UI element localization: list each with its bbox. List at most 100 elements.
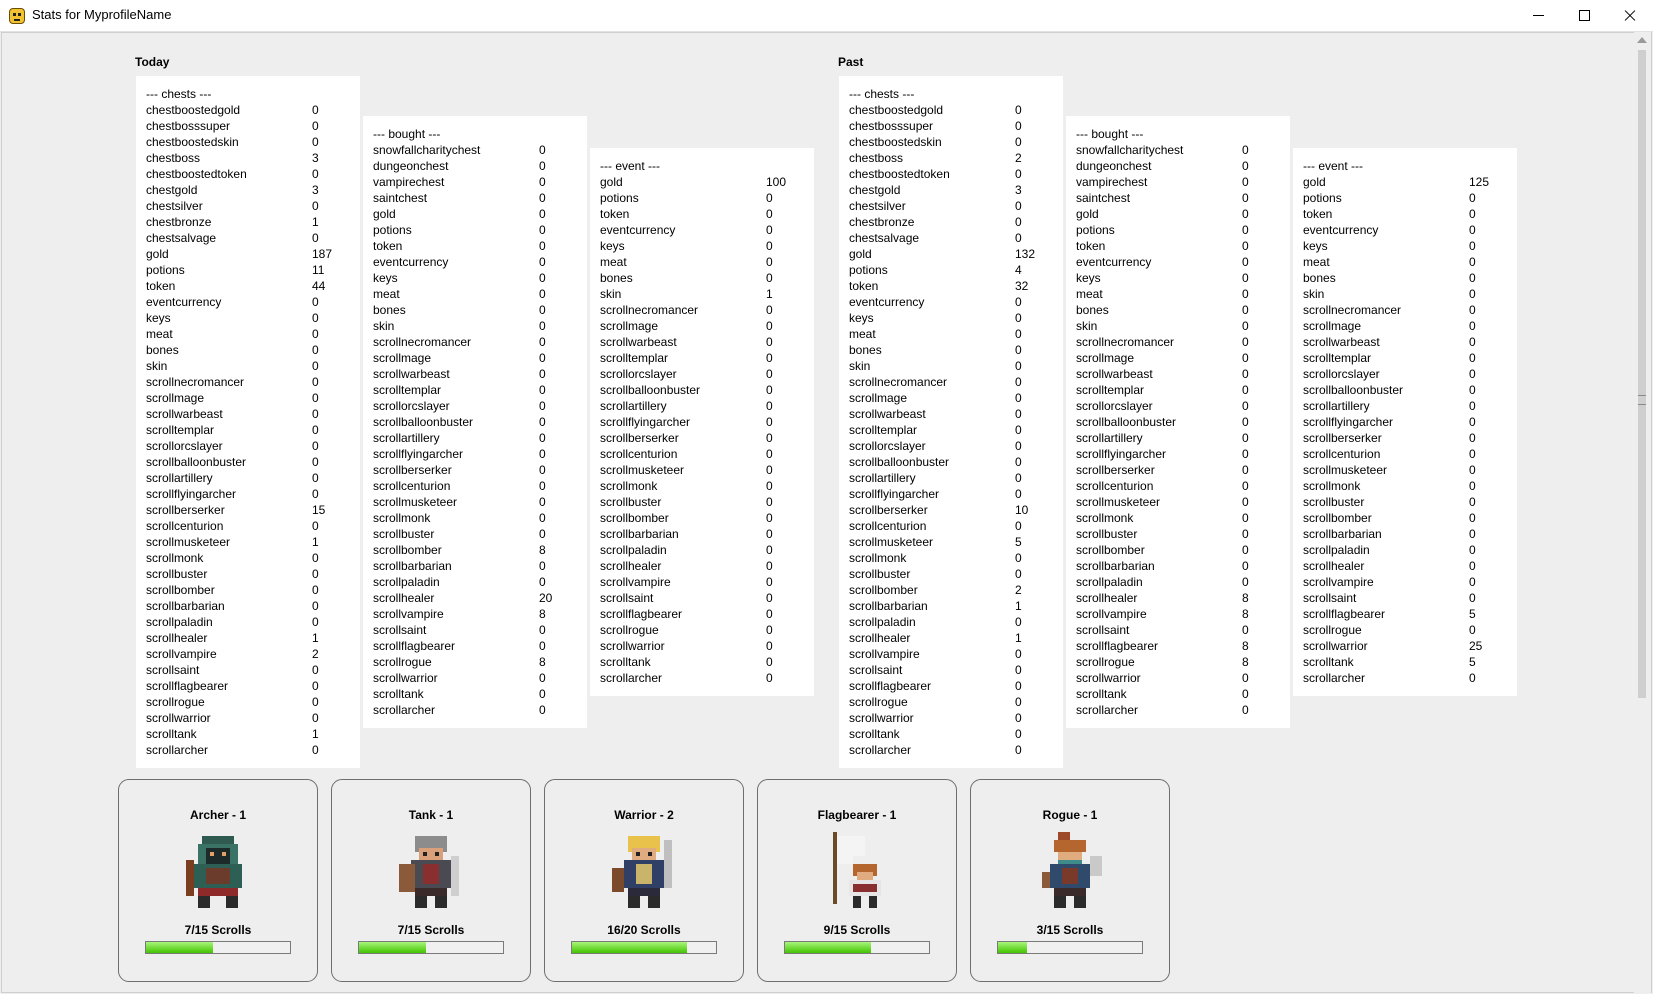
stat-row: scrollberserker 0: [1066, 462, 1290, 478]
stat-row: scrollrogue 0: [590, 622, 814, 638]
stat-row: scrollvampire 2: [136, 646, 360, 662]
stat-value: 0: [1015, 343, 1022, 357]
stat-row: scrollpaladin 0: [590, 542, 814, 558]
window-title: Stats for MyprofileName: [32, 7, 172, 22]
stat-value: 1: [1015, 631, 1022, 645]
scroll-up-arrow-icon[interactable]: [1637, 37, 1647, 43]
stat-row: scrollflagbearer 0: [590, 606, 814, 622]
stat-row: scrollberserker 0: [363, 462, 587, 478]
stat-row: scrollmusketeer 0: [1293, 462, 1517, 478]
stat-label: scrollorcslayer: [146, 439, 223, 453]
stat-label: scrollvampire: [146, 647, 217, 661]
stat-label: scrolltemplar: [146, 423, 215, 437]
stat-row: scrollhealer 8: [1066, 590, 1290, 606]
stat-row: scrollwarrior 0: [136, 710, 360, 726]
stat-label: scrollberserker: [1076, 463, 1155, 477]
stat-row: scrolltemplar 0: [1066, 382, 1290, 398]
title-bar[interactable]: Stats for MyprofileName: [0, 0, 1653, 32]
stat-row: token 0: [1293, 206, 1517, 222]
stat-label: scrollmusketeer: [1076, 495, 1161, 509]
stat-value: 0: [1015, 711, 1022, 725]
stat-label: scrollorcslayer: [1076, 399, 1153, 413]
today-bought-panel: --- bought --- snowfallcharitychest 0 dunge…: [363, 116, 587, 728]
stat-row: scrollflagbearer 0: [363, 638, 587, 654]
stat-row: scrollartillery 0: [839, 470, 1063, 486]
stat-label: scrollbarbarian: [600, 527, 679, 541]
stat-row: scrollbomber 0: [1293, 510, 1517, 526]
stat-row: scrollarcher 0: [136, 742, 360, 758]
stat-label: token: [146, 279, 176, 293]
stat-value: 0: [539, 239, 546, 253]
stat-row: scrollrogue 0: [839, 694, 1063, 710]
stat-row: eventcurrency 0: [136, 294, 360, 310]
stat-row: scrollmage 0: [839, 390, 1063, 406]
stat-value: 0: [1015, 743, 1022, 757]
stat-value: 0: [1242, 463, 1249, 477]
stat-value: 0: [1242, 175, 1249, 189]
stat-value: 0: [539, 479, 546, 493]
stat-row: keys 0: [839, 310, 1063, 326]
maximize-button[interactable]: [1561, 0, 1607, 31]
stat-row: scrollbomber 0: [136, 582, 360, 598]
stat-value: 0: [1469, 351, 1476, 365]
stat-value: 0: [539, 511, 546, 525]
stat-row: chestbronze 0: [839, 214, 1063, 230]
stat-row: scrollsaint 0: [1066, 622, 1290, 638]
progress-fill: [998, 942, 1027, 953]
stat-row: chestsalvage 0: [136, 230, 360, 246]
stat-value: 0: [766, 223, 773, 237]
stat-row: scrollflyingarcher 0: [1293, 414, 1517, 430]
vertical-scrollbar[interactable]: [1634, 32, 1651, 993]
stat-label: scrollartillery: [373, 431, 440, 445]
stat-row: scrollnecromancer 0: [363, 334, 587, 350]
stat-label: keys: [849, 311, 874, 325]
stat-label: keys: [146, 311, 171, 325]
stat-label: meat: [600, 255, 627, 269]
stat-row: potions 0: [1293, 190, 1517, 206]
stat-value: 0: [312, 695, 319, 709]
stat-label: gold: [1076, 207, 1099, 221]
stat-value: 3: [312, 183, 319, 197]
stat-row: gold 125: [1293, 174, 1517, 190]
stat-value: 0: [312, 599, 319, 613]
stat-label: scrollnecromancer: [373, 335, 472, 349]
stat-value: 0: [1242, 335, 1249, 349]
stat-row: gold 0: [363, 206, 587, 222]
stat-label: eventcurrency: [600, 223, 676, 237]
stat-label: scrollflagbearer: [373, 639, 456, 653]
stat-row: scrollwarrior 0: [839, 710, 1063, 726]
stat-value: 0: [766, 191, 773, 205]
stat-row: scrollflyingarcher 0: [839, 486, 1063, 502]
stat-value: 0: [539, 575, 546, 589]
progress-fill: [572, 942, 688, 953]
stat-value: 5: [1015, 535, 1022, 549]
minimize-button[interactable]: [1515, 0, 1561, 31]
stat-label: chestgold: [849, 183, 901, 197]
stat-label: scrollwarrior: [849, 711, 914, 725]
stat-value: 0: [312, 375, 319, 389]
stat-value: 0: [1015, 119, 1022, 133]
stat-label: scrollflagbearer: [1303, 607, 1386, 621]
stat-label: scrollflyingarcher: [849, 487, 940, 501]
stat-row: scrollsaint 0: [363, 622, 587, 638]
stat-value: 8: [1242, 639, 1249, 653]
scrollbar-thumb[interactable]: [1638, 50, 1646, 698]
close-button[interactable]: [1607, 0, 1653, 31]
stat-label: scrollpaladin: [849, 615, 916, 629]
stat-value: 0: [1469, 543, 1476, 557]
stat-row: scrollbuster 0: [1066, 526, 1290, 542]
stat-row: snowfallcharitychest 0: [363, 142, 587, 158]
stat-value: 0: [766, 335, 773, 349]
stat-label: scrollflyingarcher: [373, 447, 464, 461]
stat-row: scrollnecromancer 0: [590, 302, 814, 318]
stat-row: skin 1: [590, 286, 814, 302]
stat-label: dungeonchest: [1076, 159, 1152, 173]
stat-row: scrollberserker 15: [136, 502, 360, 518]
stat-row: scrollmonk 0: [136, 550, 360, 566]
stat-row: scrollflagbearer 8: [1066, 638, 1290, 654]
stat-value: 0: [312, 455, 319, 469]
stat-value: 0: [312, 471, 319, 485]
stat-row: scrollbarbarian 0: [1066, 558, 1290, 574]
stat-row: token 32: [839, 278, 1063, 294]
rogue-hero-icon: [1042, 832, 1102, 908]
